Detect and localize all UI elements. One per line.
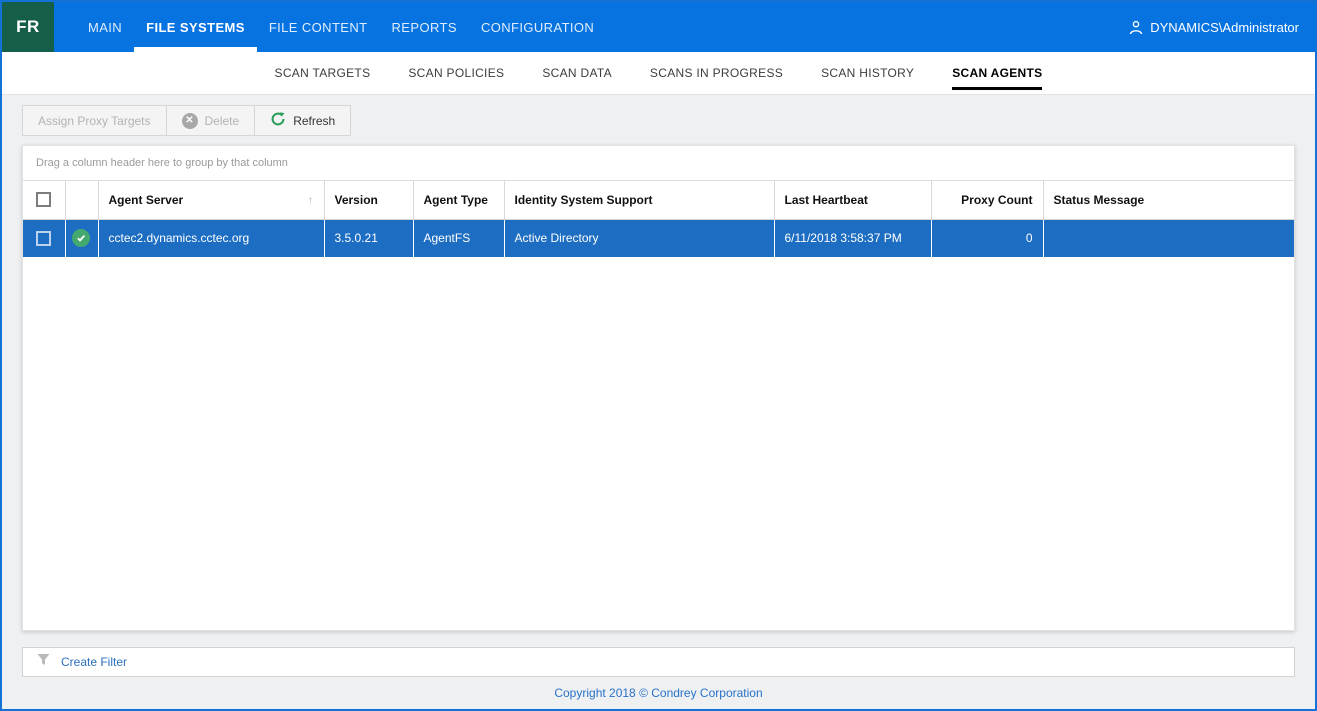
tab-scans-in-progress[interactable]: SCANS IN PROGRESS [650, 52, 783, 94]
row-status-cell [65, 219, 98, 257]
table-row-agent[interactable]: cctec2.dynamics.cctec.org 3.5.0.21 Agent… [23, 219, 1294, 257]
delete-icon: ✕ [182, 113, 198, 129]
agent-ok-status-icon [72, 229, 90, 247]
create-filter-link[interactable]: Create Filter [61, 655, 127, 669]
select-all-checkbox[interactable] [36, 192, 51, 207]
tab-scan-agents[interactable]: SCAN AGENTS [952, 52, 1042, 94]
tab-scan-targets[interactable]: SCAN TARGETS [275, 52, 371, 94]
delete-label: Delete [205, 114, 240, 128]
tab-scan-history[interactable]: SCAN HISTORY [821, 52, 914, 94]
user-menu[interactable]: DYNAMICS\Administrator [1129, 2, 1315, 52]
funnel-icon [37, 653, 50, 671]
group-by-drop-zone: Drag a column header here to group by th… [23, 146, 1294, 181]
header-row: Agent Server ↑ Version Agent Type Identi… [23, 181, 1294, 219]
select-all-header [23, 181, 65, 219]
top-bar: FR MAIN FILE SYSTEMS FILE CONTENT REPORT… [2, 2, 1315, 52]
cell-version: 3.5.0.21 [324, 219, 413, 257]
row-select-cell [23, 219, 65, 257]
agents-table: Agent Server ↑ Version Agent Type Identi… [23, 181, 1294, 257]
assign-proxy-targets-button[interactable]: Assign Proxy Targets [23, 106, 167, 135]
sort-ascending-icon: ↑ [308, 193, 314, 207]
cell-agent-type: AgentFS [413, 219, 504, 257]
filter-bar: Create Filter [22, 647, 1295, 677]
copyright-text: Copyright 2018 © Condrey Corporation [2, 677, 1315, 700]
column-header-version[interactable]: Version [324, 181, 413, 219]
delete-button[interactable]: ✕ Delete [167, 106, 256, 135]
tab-scan-data[interactable]: SCAN DATA [542, 52, 612, 94]
refresh-icon [270, 111, 286, 130]
cell-agent-server: cctec2.dynamics.cctec.org [98, 219, 324, 257]
column-header-last-heartbeat[interactable]: Last Heartbeat [774, 181, 931, 219]
cell-status-message [1043, 219, 1294, 257]
nav-item-configuration[interactable]: CONFIGURATION [469, 2, 606, 52]
cell-proxy-count: 0 [931, 219, 1043, 257]
column-header-status-message[interactable]: Status Message [1043, 181, 1294, 219]
user-icon [1129, 20, 1143, 35]
column-header-proxy-count[interactable]: Proxy Count [931, 181, 1043, 219]
status-icon-header [65, 181, 98, 219]
sub-navigation: SCAN TARGETS SCAN POLICIES SCAN DATA SCA… [2, 52, 1315, 95]
scan-agents-grid: Drag a column header here to group by th… [22, 145, 1295, 631]
main-navigation: MAIN FILE SYSTEMS FILE CONTENT REPORTS C… [76, 2, 606, 52]
user-name: DYNAMICS\Administrator [1150, 20, 1299, 35]
column-header-identity-system-support[interactable]: Identity System Support [504, 181, 774, 219]
nav-item-file-content[interactable]: FILE CONTENT [257, 2, 380, 52]
toolbar-button-group: Assign Proxy Targets ✕ Delete Refresh [22, 105, 351, 136]
column-header-agent-server[interactable]: Agent Server ↑ [98, 181, 324, 219]
app-logo[interactable]: FR [2, 2, 54, 52]
refresh-button[interactable]: Refresh [255, 106, 350, 135]
column-header-agent-type[interactable]: Agent Type [413, 181, 504, 219]
nav-item-reports[interactable]: REPORTS [380, 2, 469, 52]
nav-item-main[interactable]: MAIN [76, 2, 134, 52]
tab-scan-policies[interactable]: SCAN POLICIES [408, 52, 504, 94]
cell-identity-system-support: Active Directory [504, 219, 774, 257]
assign-proxy-targets-label: Assign Proxy Targets [38, 114, 151, 128]
row-checkbox[interactable] [36, 231, 51, 246]
refresh-label: Refresh [293, 114, 335, 128]
toolbar: Assign Proxy Targets ✕ Delete Refresh [2, 95, 1315, 145]
nav-item-file-systems[interactable]: FILE SYSTEMS [134, 2, 257, 52]
cell-last-heartbeat: 6/11/2018 3:58:37 PM [774, 219, 931, 257]
